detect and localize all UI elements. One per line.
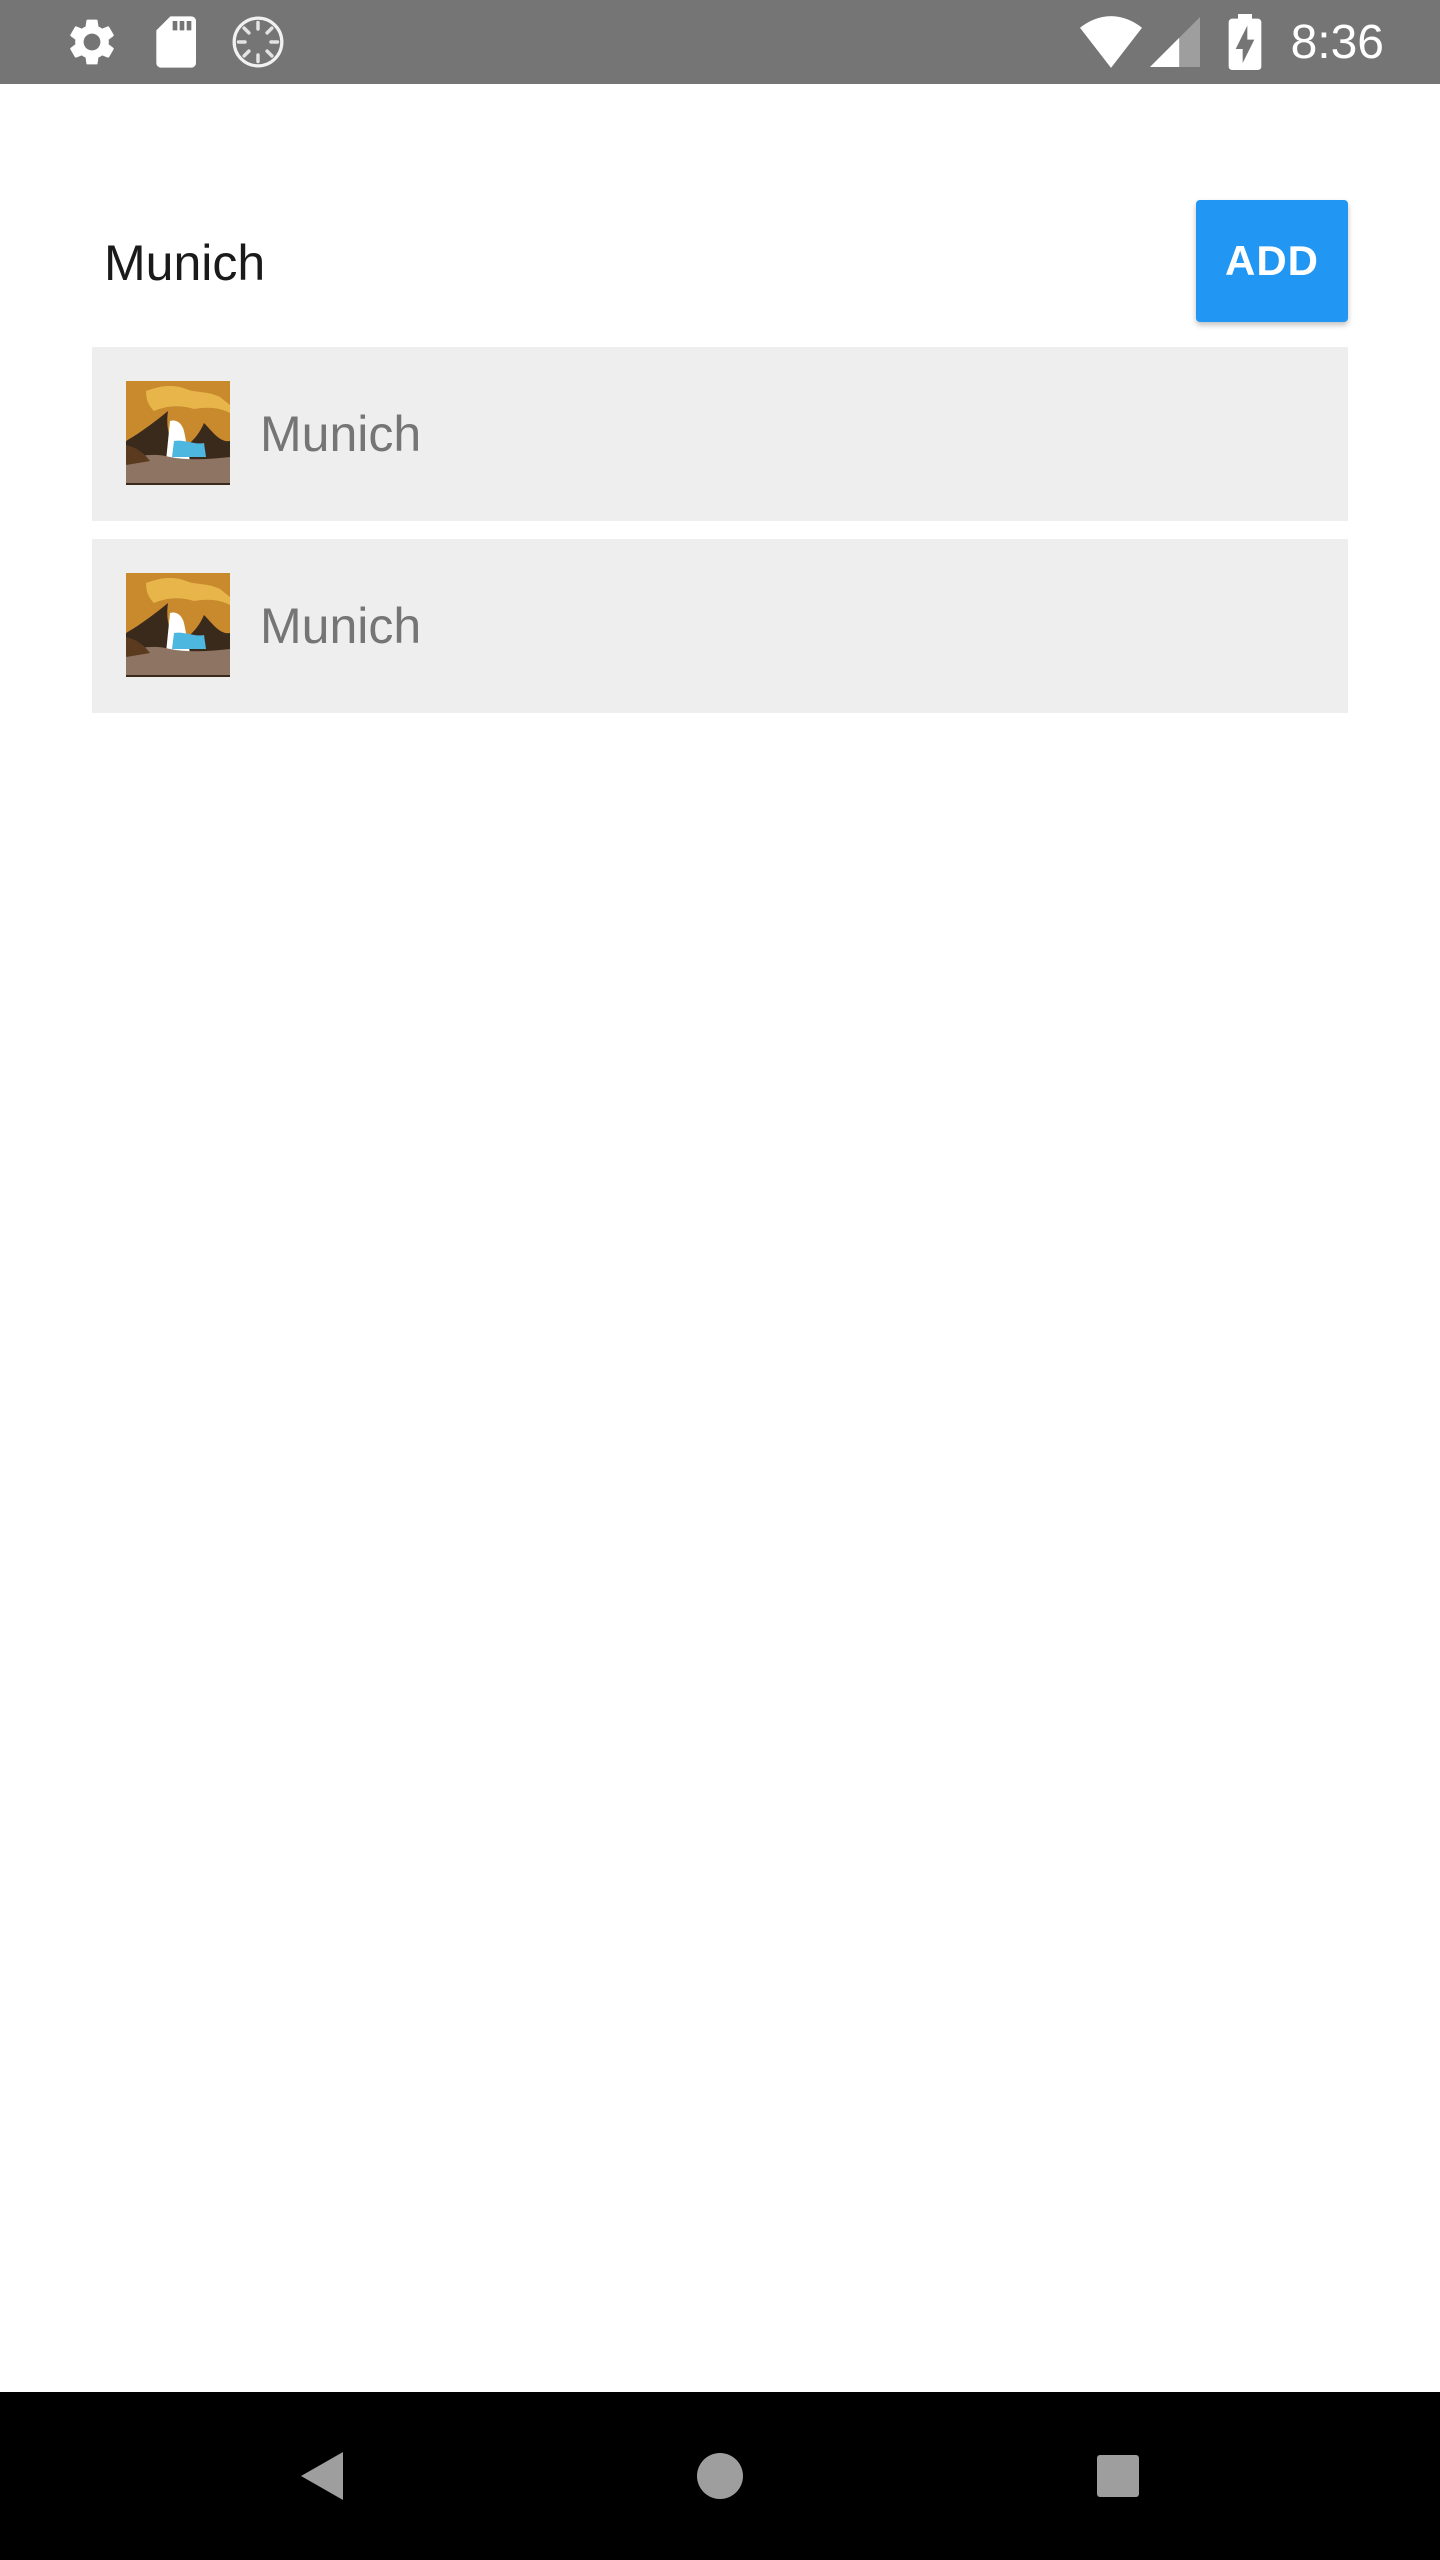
add-button[interactable]: ADD — [1196, 200, 1348, 322]
sd-card-icon — [150, 0, 200, 84]
city-list: Munich Munich — [92, 347, 1348, 731]
city-input[interactable] — [92, 200, 1172, 326]
home-icon[interactable] — [680, 2436, 760, 2516]
battery-charging-icon — [1228, 0, 1262, 84]
status-time: 8:36 — [1290, 15, 1384, 69]
app-content: ADD Munich — [0, 84, 1440, 2392]
city-name: Munich — [260, 598, 422, 654]
sync-icon — [232, 0, 284, 84]
city-name: Munich — [260, 406, 422, 462]
signal-icon — [1150, 0, 1200, 84]
wifi-icon — [1080, 0, 1142, 84]
settings-icon — [64, 0, 120, 84]
recents-icon[interactable] — [1078, 2436, 1158, 2516]
list-item[interactable]: Munich — [92, 347, 1348, 521]
add-city-row: ADD — [92, 200, 1348, 326]
navigation-bar — [0, 2392, 1440, 2560]
city-thumbnail — [126, 381, 230, 485]
city-thumbnail — [126, 573, 230, 677]
status-bar: 8:36 — [0, 0, 1440, 84]
list-item[interactable]: Munich — [92, 539, 1348, 713]
back-icon[interactable] — [282, 2436, 362, 2516]
